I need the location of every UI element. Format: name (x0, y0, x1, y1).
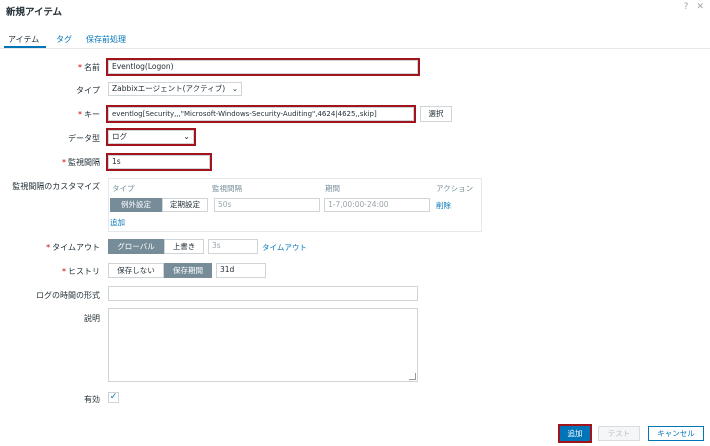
segment-flexible[interactable]: 例外設定 (110, 198, 162, 212)
key-label: * キー (78, 110, 100, 119)
log-time-format-input[interactable] (108, 286, 418, 301)
segment-store[interactable]: 保存期間 (164, 263, 212, 278)
segment-scheduling[interactable]: 定期設定 (162, 198, 208, 212)
history-input[interactable]: 31d (216, 263, 266, 278)
key-select-button[interactable]: 選択 (420, 106, 452, 122)
help-icon[interactable]: ? (684, 2, 689, 12)
col-period-header: 期間 (325, 184, 340, 193)
tab-item[interactable]: アイテム (8, 34, 39, 45)
type-select[interactable]: Zabbixエージェント(アクティブ) ⌄ (108, 82, 242, 96)
remove-link[interactable]: 削除 (436, 200, 451, 211)
cancel-button[interactable]: キャンセル (648, 426, 704, 441)
log-time-format-label: ログの時間の形式 (36, 291, 100, 300)
test-button[interactable]: テスト (598, 426, 640, 441)
data-type-select[interactable]: ログ ⌄ (106, 128, 196, 146)
segment-dont-store[interactable]: 保存しない (108, 263, 164, 278)
tab-preprocessing[interactable]: 保存前処理 (86, 34, 126, 45)
col-interval-header: 監視間隔 (212, 184, 242, 193)
dialog-header-icons: ? ✕ (676, 2, 704, 12)
custom-interval-input[interactable]: 50s (214, 198, 320, 212)
custom-period-input[interactable]: 1-7,00:00-24:00 (324, 198, 430, 212)
add-interval-link[interactable]: 追加 (110, 217, 125, 228)
enabled-label: 有効 (84, 395, 100, 404)
name-label: * 名前 (78, 63, 100, 72)
description-label: 説明 (84, 314, 100, 323)
checkmark-icon: ✓ (109, 392, 118, 402)
enabled-checkbox[interactable]: ✓ (108, 392, 119, 403)
timeout-label: * タイムアウト (46, 243, 100, 252)
chevron-down-icon: ⌄ (231, 84, 238, 93)
key-input[interactable]: eventlog[Security,,,"Microsoft-Windows-S… (106, 105, 416, 123)
interval-input[interactable]: 1s (106, 153, 212, 171)
col-type-header: タイプ (112, 184, 135, 193)
segment-global[interactable]: グローバル (108, 239, 164, 254)
tab-tags[interactable]: タグ (56, 34, 72, 45)
description-textarea[interactable] (108, 308, 418, 382)
col-action-header: アクション (436, 184, 474, 193)
timeout-link[interactable]: タイムアウト (262, 242, 307, 253)
resize-handle[interactable] (409, 373, 416, 380)
tab-bar: アイテム タグ 保存前処理 (0, 30, 710, 49)
custom-intervals-label: 監視間隔のカスタマイズ (12, 182, 100, 191)
data-type-label: データ型 (68, 134, 100, 143)
chevron-down-icon: ⌄ (183, 132, 190, 141)
segment-override[interactable]: 上書き (164, 239, 204, 254)
timeout-input[interactable]: 3s (208, 239, 258, 254)
type-label: タイプ (76, 86, 100, 95)
add-button[interactable]: 追加 (558, 424, 592, 443)
active-tab-indicator (4, 46, 46, 48)
dialog-title: 新規アイテム (6, 7, 63, 18)
interval-label: * 監視間隔 (62, 158, 100, 167)
name-input[interactable]: Eventlog(Logon) (106, 58, 420, 76)
close-icon[interactable]: ✕ (696, 2, 704, 12)
history-label: * ヒストリ (62, 267, 100, 276)
